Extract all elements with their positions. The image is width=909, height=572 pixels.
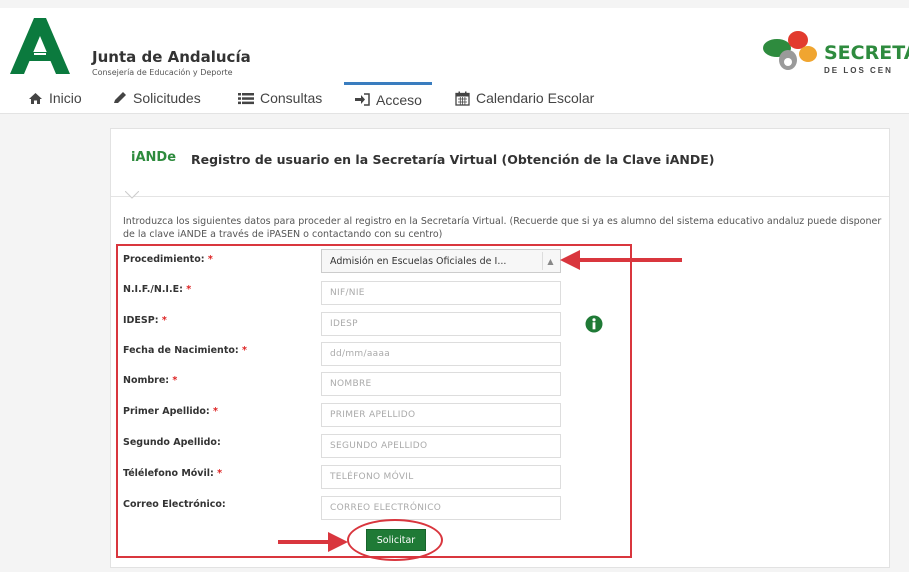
nav-label: Solicitudes <box>133 90 201 106</box>
main-nav: Inicio Solicitudes Consultas Acceso Cale… <box>0 82 909 114</box>
nav-label: Acceso <box>376 91 422 108</box>
card-title: Registro de usuario en la Secretaría Vir… <box>191 152 715 167</box>
nav-item-acceso[interactable]: Acceso <box>344 82 432 114</box>
iande-logo: iANDe <box>131 150 176 165</box>
secretaria-logo <box>763 31 817 70</box>
page: Junta de Andalucía Consejería de Educaci… <box>0 0 909 572</box>
brand-subtitle: Consejería de Educación y Deporte <box>92 68 233 77</box>
intro-text: Introduzca los siguientes datos para pro… <box>123 216 882 240</box>
annotation-highlight-ellipse <box>347 519 443 561</box>
nav-item-consultas[interactable]: Consultas <box>238 82 322 114</box>
annotation-highlight-box <box>116 244 632 558</box>
calendar-icon <box>455 91 470 106</box>
header-notch <box>125 191 139 199</box>
nav-item-inicio[interactable]: Inicio <box>28 82 82 114</box>
brand-title: Junta de Andalucía <box>92 48 251 66</box>
nav-label: Consultas <box>260 90 323 106</box>
annotation-arrow-left <box>560 250 682 270</box>
nav-item-solicitudes[interactable]: Solicitudes <box>112 82 201 114</box>
sign-in-icon <box>355 93 370 106</box>
annotation-arrow-right <box>278 532 348 552</box>
nav-label: Inicio <box>49 90 82 106</box>
nav-item-calendario[interactable]: Calendario Escolar <box>455 82 594 114</box>
secretaria-subtitle: DE LOS CEN <box>824 66 893 75</box>
site-header: Junta de Andalucía Consejería de Educaci… <box>0 8 909 82</box>
home-icon <box>29 92 42 104</box>
secretaria-title: SECRETA <box>824 42 909 64</box>
junta-andalucia-logo[interactable] <box>8 16 72 76</box>
pencil-icon <box>114 92 126 103</box>
list-icon <box>238 92 254 104</box>
iande-logo-text: iANDe <box>131 150 177 165</box>
card-header: iANDe Registro de usuario en la Secretar… <box>111 129 889 197</box>
nav-label: Calendario Escolar <box>476 90 595 106</box>
